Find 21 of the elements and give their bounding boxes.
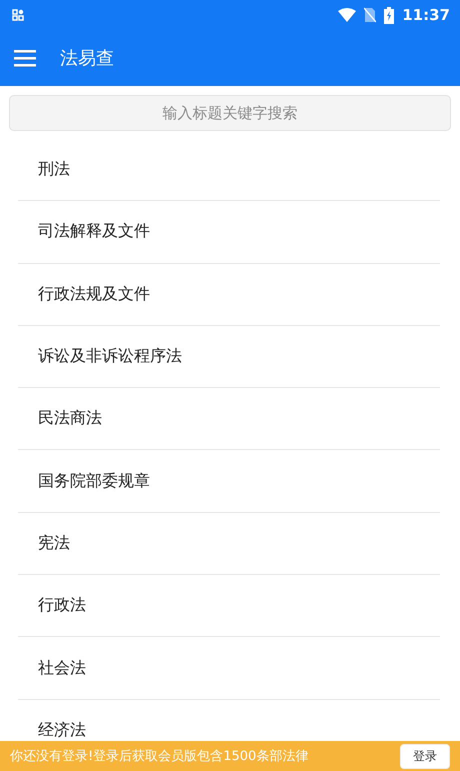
category-item[interactable]: 社会法 (18, 637, 440, 700)
notification-icon (12, 9, 24, 21)
category-item[interactable]: 行政法规及文件 (18, 264, 440, 326)
no-sim-icon (364, 7, 376, 23)
battery-charging-icon (384, 6, 394, 24)
category-item[interactable]: 经济法 (18, 700, 440, 741)
category-item[interactable]: 行政法 (18, 575, 440, 638)
wifi-icon (338, 8, 356, 22)
category-item[interactable]: 刑法 (18, 139, 440, 202)
category-item[interactable]: 宪法 (18, 512, 440, 576)
status-time: 11:37 (402, 6, 450, 24)
login-message: 你还没有登录!登录后获取会员版包含1500条部法律 (10, 748, 308, 765)
menu-icon (14, 49, 36, 67)
menu-button[interactable] (14, 49, 36, 67)
category-item[interactable]: 诉讼及非诉讼程序法 (18, 326, 440, 388)
login-button[interactable]: 登录 (400, 744, 450, 768)
app-title: 法易查 (60, 47, 114, 70)
category-item[interactable]: 民法商法 (18, 388, 440, 450)
search-field[interactable]: 输入标题关键字搜索 (9, 95, 451, 131)
category-item[interactable]: 国务院部委规章 (18, 450, 440, 513)
category-item[interactable]: 司法解释及文件 (18, 201, 440, 264)
